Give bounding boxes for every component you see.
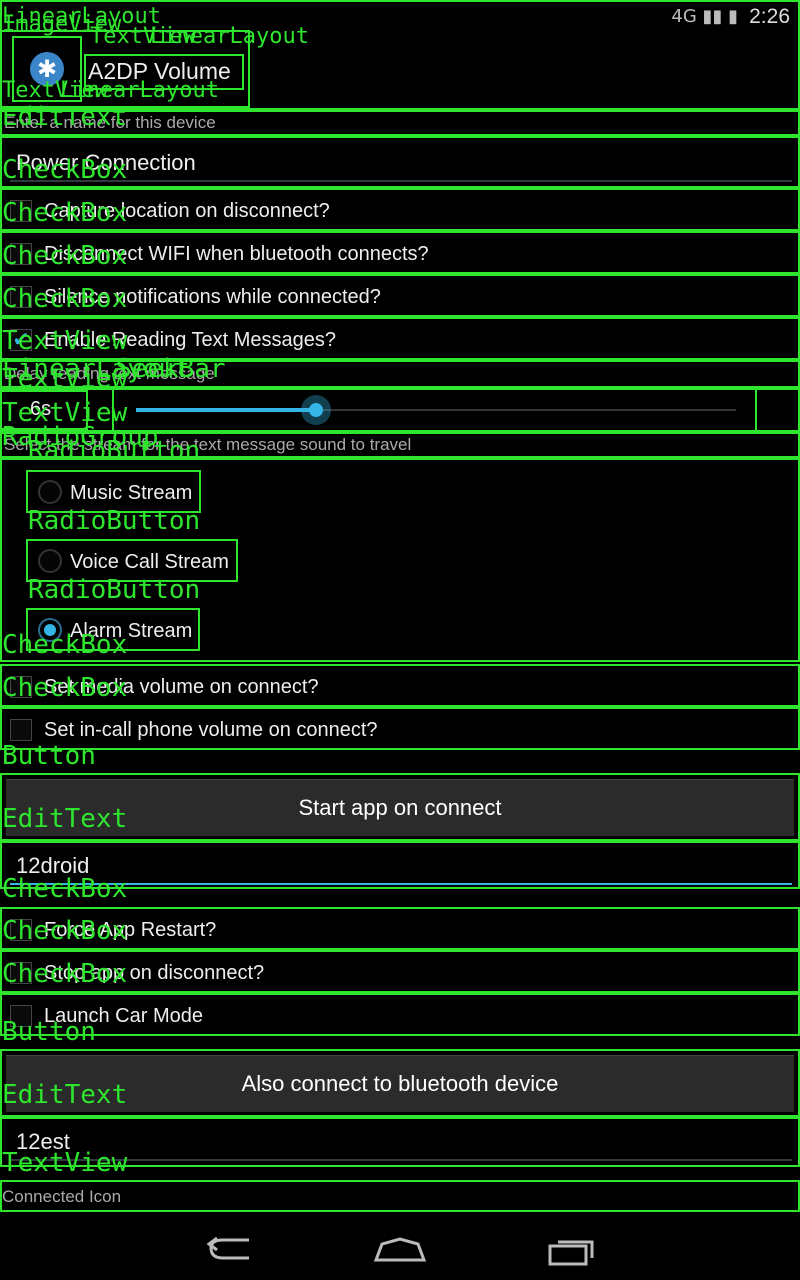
enable-reading-checkbox[interactable]: ✔ Enable Reading Text Messages?	[0, 317, 800, 360]
start-app-button[interactable]: Start app on connect	[6, 779, 794, 836]
media-volume-checkbox[interactable]: Set media volume on connect?	[0, 664, 800, 707]
app-title: A2DP Volume	[88, 58, 231, 84]
force-restart-checkbox[interactable]: Force App Restart?	[0, 907, 800, 950]
home-icon[interactable]	[372, 1236, 428, 1264]
delay-label: Delay reading text message	[4, 364, 215, 383]
radio-label: Music Stream	[70, 482, 193, 504]
checkbox-label: Enable Reading Text Messages?	[44, 329, 337, 351]
device-name-value: Power Connection	[16, 150, 196, 175]
checkbox-box	[10, 243, 32, 265]
checkbox-checked: ✔	[10, 329, 32, 351]
device-name-label: Enter a name for this device	[4, 113, 216, 132]
checkbox-label: Capture location on disconnect?	[44, 200, 330, 222]
navigation-bar	[0, 1218, 800, 1280]
checkbox-label: Disconnect WIFI when bluetooth connects?	[44, 243, 429, 265]
checkbox-label: Force App Restart?	[44, 919, 217, 941]
radio-label: Voice Call Stream	[70, 551, 229, 573]
recent-apps-icon[interactable]	[548, 1236, 596, 1266]
radio-voice-call-stream[interactable]: Voice Call Stream	[26, 539, 238, 582]
checkbox-box	[10, 676, 32, 698]
checkbox-box	[10, 919, 32, 941]
checkbox-label: Set media volume on connect?	[44, 676, 319, 698]
stream-label: Select the stream for the text message s…	[4, 435, 412, 454]
radio-circle-checked	[38, 618, 62, 642]
also-connect-value: 12est	[16, 1129, 70, 1154]
disconnect-wifi-checkbox[interactable]: Disconnect WIFI when bluetooth connects?	[0, 231, 800, 274]
checkbox-box	[10, 1005, 32, 1027]
checkbox-box	[10, 200, 32, 222]
device-name-field[interactable]: Power Connection	[0, 136, 800, 188]
radio-label: Alarm Stream	[70, 620, 193, 642]
delay-value: 6s	[30, 398, 52, 420]
checkbox-box	[10, 286, 32, 308]
radio-circle	[38, 480, 62, 504]
delay-seekbar[interactable]	[112, 388, 757, 432]
start-app-field[interactable]: 12droid	[0, 841, 800, 889]
start-app-value: 12droid	[16, 853, 90, 878]
radio-circle	[38, 549, 62, 573]
radio-music-stream[interactable]: Music Stream	[26, 470, 201, 513]
silence-notifications-checkbox[interactable]: Silence notifications while connected?	[0, 274, 800, 317]
also-connect-button[interactable]: Also connect to bluetooth device	[6, 1055, 794, 1112]
stop-app-checkbox[interactable]: Stop app on disconnect?	[0, 950, 800, 993]
seekbar-progress	[136, 408, 316, 412]
app-icon-frame: ✱	[12, 36, 82, 102]
capture-location-checkbox[interactable]: Capture location on disconnect?	[0, 188, 800, 231]
checkbox-label: Set in-call phone volume on connect?	[44, 719, 378, 741]
checkbox-box	[10, 719, 32, 741]
seekbar-thumb[interactable]	[301, 395, 331, 425]
edit-underline	[10, 1159, 792, 1161]
checkbox-label: Launch Car Mode	[44, 1005, 203, 1027]
car-mode-checkbox[interactable]: Launch Car Mode	[0, 993, 800, 1036]
checkbox-box	[10, 962, 32, 984]
edit-underline	[10, 180, 792, 182]
checkbox-label: Silence notifications while connected?	[44, 286, 381, 308]
edit-underline-focused	[10, 883, 792, 885]
bluetooth-icon: ✱	[30, 52, 64, 86]
also-connect-field[interactable]: 12est	[0, 1117, 800, 1167]
checkbox-label: Stop app on disconnect?	[44, 962, 265, 984]
in-call-volume-checkbox[interactable]: Set in-call phone volume on connect?	[0, 707, 800, 750]
connected-icon-label: Connected Icon	[2, 1187, 122, 1206]
radio-alarm-stream[interactable]: Alarm Stream	[26, 608, 200, 651]
back-icon[interactable]	[205, 1236, 255, 1266]
